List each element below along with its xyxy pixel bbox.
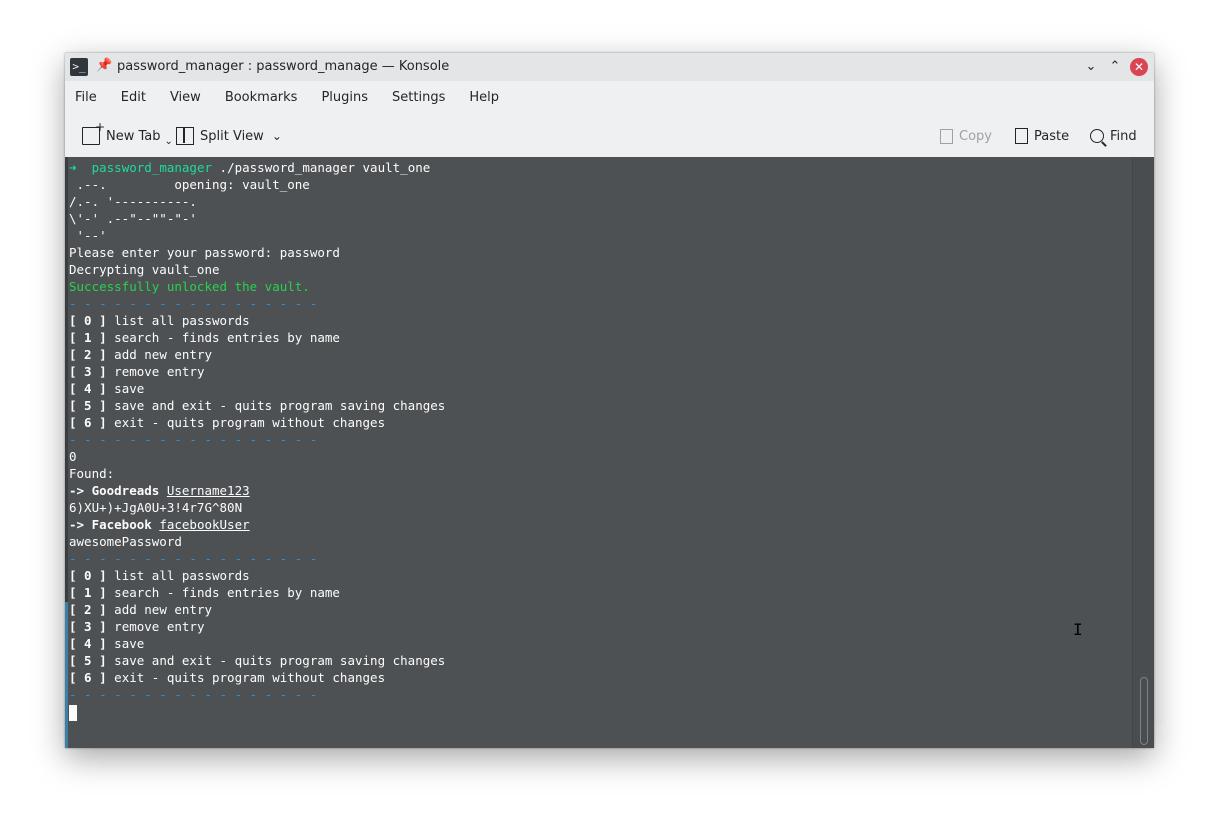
- copy-icon: [940, 128, 953, 144]
- paste-button[interactable]: Paste: [1015, 125, 1069, 147]
- separator-line: - - - - - - - - - - - - - - - - -: [69, 687, 318, 702]
- menu-help[interactable]: Help: [469, 90, 499, 105]
- window-title: password_manager : password_manage — Kon…: [117, 59, 450, 74]
- close-icon[interactable]: ✕: [1130, 58, 1148, 76]
- text-cursor: [69, 704, 77, 721]
- terminal-scrollbar[interactable]: [1132, 157, 1154, 748]
- menu-plugins[interactable]: Plugins: [321, 90, 368, 105]
- konsole-app-icon[interactable]: >_: [70, 58, 88, 76]
- menu-option-line: [ 1 ] search - finds entries by name: [69, 585, 340, 600]
- new-tab-label: New Tab: [106, 128, 161, 144]
- split-view-label: Split View: [200, 128, 264, 144]
- command-text: ./password_manager vault_one: [219, 160, 431, 175]
- separator-line: - - - - - - - - - - - - - - - - -: [69, 551, 318, 566]
- entry-password-line: awesomePassword: [69, 534, 182, 549]
- scrollbar-thumb[interactable]: [1140, 677, 1148, 745]
- menu-option-line: [ 2 ] add new entry: [69, 602, 212, 617]
- unlocked-line: Successfully unlocked the vault.: [69, 279, 310, 294]
- new-tab-icon: [82, 120, 105, 145]
- menu-file[interactable]: File: [75, 90, 97, 105]
- menu-option-line: [ 6 ] exit - quits program without chang…: [69, 670, 386, 685]
- pin-icon[interactable]: 📌: [96, 58, 112, 74]
- menu-option-line: [ 3 ] remove entry: [69, 619, 205, 634]
- search-icon: [1090, 129, 1104, 143]
- menu-option-line: [ 0 ] list all passwords: [69, 313, 250, 328]
- prompt-dir: password_manager: [91, 160, 213, 175]
- split-view-button[interactable]: Split View ⌄: [176, 125, 282, 147]
- menu-settings[interactable]: Settings: [392, 90, 445, 105]
- chevron-down-icon: ⌄: [164, 135, 173, 147]
- find-label: Find: [1110, 128, 1137, 144]
- ibeam-cursor-icon: I: [1073, 620, 1083, 639]
- entry-header-line: -> Goodreads Username123: [69, 483, 250, 498]
- ascii-art-line: /.-. '----------.: [69, 194, 197, 209]
- menu-option-line: [ 2 ] add new entry: [69, 347, 212, 362]
- password-prompt-line: Please enter your password: password: [69, 245, 340, 260]
- menu-bookmarks[interactable]: Bookmarks: [225, 90, 298, 105]
- entry-header-line: -> Facebook facebookUser: [69, 517, 250, 532]
- new-tab-button[interactable]: New Tab ⌄: [82, 120, 173, 147]
- menu-option-line: [ 4 ] save: [69, 381, 145, 396]
- decrypting-line: Decrypting vault_one: [69, 262, 220, 277]
- minimize-icon[interactable]: ⌄: [1081, 57, 1101, 77]
- menu-option-line: [ 5 ] save and exit - quits program savi…: [69, 398, 446, 413]
- input-line[interactable]: [69, 703, 1129, 721]
- ascii-art-line: '--': [69, 228, 107, 243]
- menu-view[interactable]: View: [170, 90, 201, 105]
- menu-option-line: [ 5 ] save and exit - quits program savi…: [69, 653, 446, 668]
- user-input-line: 0: [69, 449, 77, 464]
- find-button[interactable]: Find: [1090, 125, 1137, 147]
- separator-line: - - - - - - - - - - - - - - - - -: [69, 432, 318, 447]
- ascii-art-line: .--. opening: vault_one: [69, 177, 310, 192]
- menu-option-line: [ 4 ] save: [69, 636, 145, 651]
- copy-button[interactable]: Copy: [940, 125, 992, 147]
- chevron-down-icon[interactable]: ⌄: [272, 129, 282, 143]
- menu-option-line: [ 6 ] exit - quits program without chang…: [69, 415, 386, 430]
- maximize-icon[interactable]: ⌃: [1105, 57, 1125, 77]
- paste-label: Paste: [1034, 128, 1070, 144]
- terminal-left-gutter: [65, 157, 68, 748]
- menu-edit[interactable]: Edit: [121, 90, 146, 105]
- menu-option-line: [ 3 ] remove entry: [69, 364, 205, 379]
- ascii-art-line: \'-' .--"--""-"-': [69, 211, 197, 226]
- separator-line: - - - - - - - - - - - - - - - - -: [69, 296, 318, 311]
- menubar: File Edit View Bookmarks Plugins Setting…: [65, 83, 1154, 111]
- prompt-line: ➜ password_manager ./password_manager va…: [69, 159, 1129, 176]
- paste-icon: [1015, 128, 1028, 144]
- titlebar: >_ 📌 password_manager : password_manage …: [65, 53, 1154, 81]
- terminal-view[interactable]: ➜ password_manager ./password_manager va…: [65, 157, 1154, 748]
- prompt-arrow: ➜: [69, 160, 77, 175]
- split-view-icon: [176, 127, 194, 145]
- copy-label: Copy: [959, 128, 992, 144]
- found-line: Found:: [69, 466, 115, 481]
- entry-password-line: 6)XU+)+JgA0U+3!4r7G^80N: [69, 500, 243, 515]
- terminal-output: ➜ password_manager ./password_manager va…: [69, 159, 1129, 721]
- konsole-window: >_ 📌 password_manager : password_manage …: [65, 53, 1154, 748]
- menu-option-line: [ 1 ] search - finds entries by name: [69, 330, 340, 345]
- toolbar: New Tab ⌄ Split View ⌄ Copy Paste Find: [65, 117, 1154, 155]
- menu-option-line: [ 0 ] list all passwords: [69, 568, 250, 583]
